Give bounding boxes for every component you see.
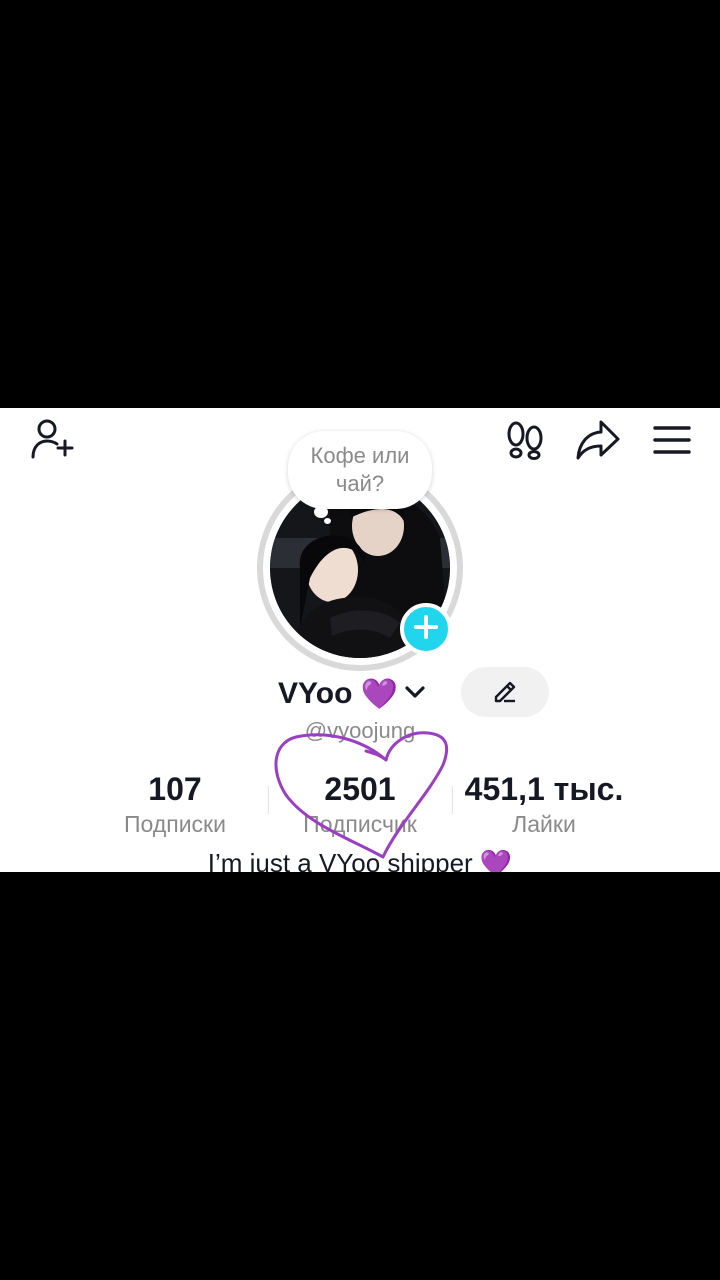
profile-bio: I’m just a VYoo shipper 💜 <box>207 848 513 872</box>
plus-icon <box>414 614 438 644</box>
bubble-tail <box>314 506 328 518</box>
status-bubble-text: Кофе или чай? <box>310 443 410 496</box>
bubble-tail-small <box>324 518 331 524</box>
status-bubble[interactable]: Кофе или чай? <box>288 431 432 509</box>
add-story-button[interactable] <box>400 603 452 655</box>
